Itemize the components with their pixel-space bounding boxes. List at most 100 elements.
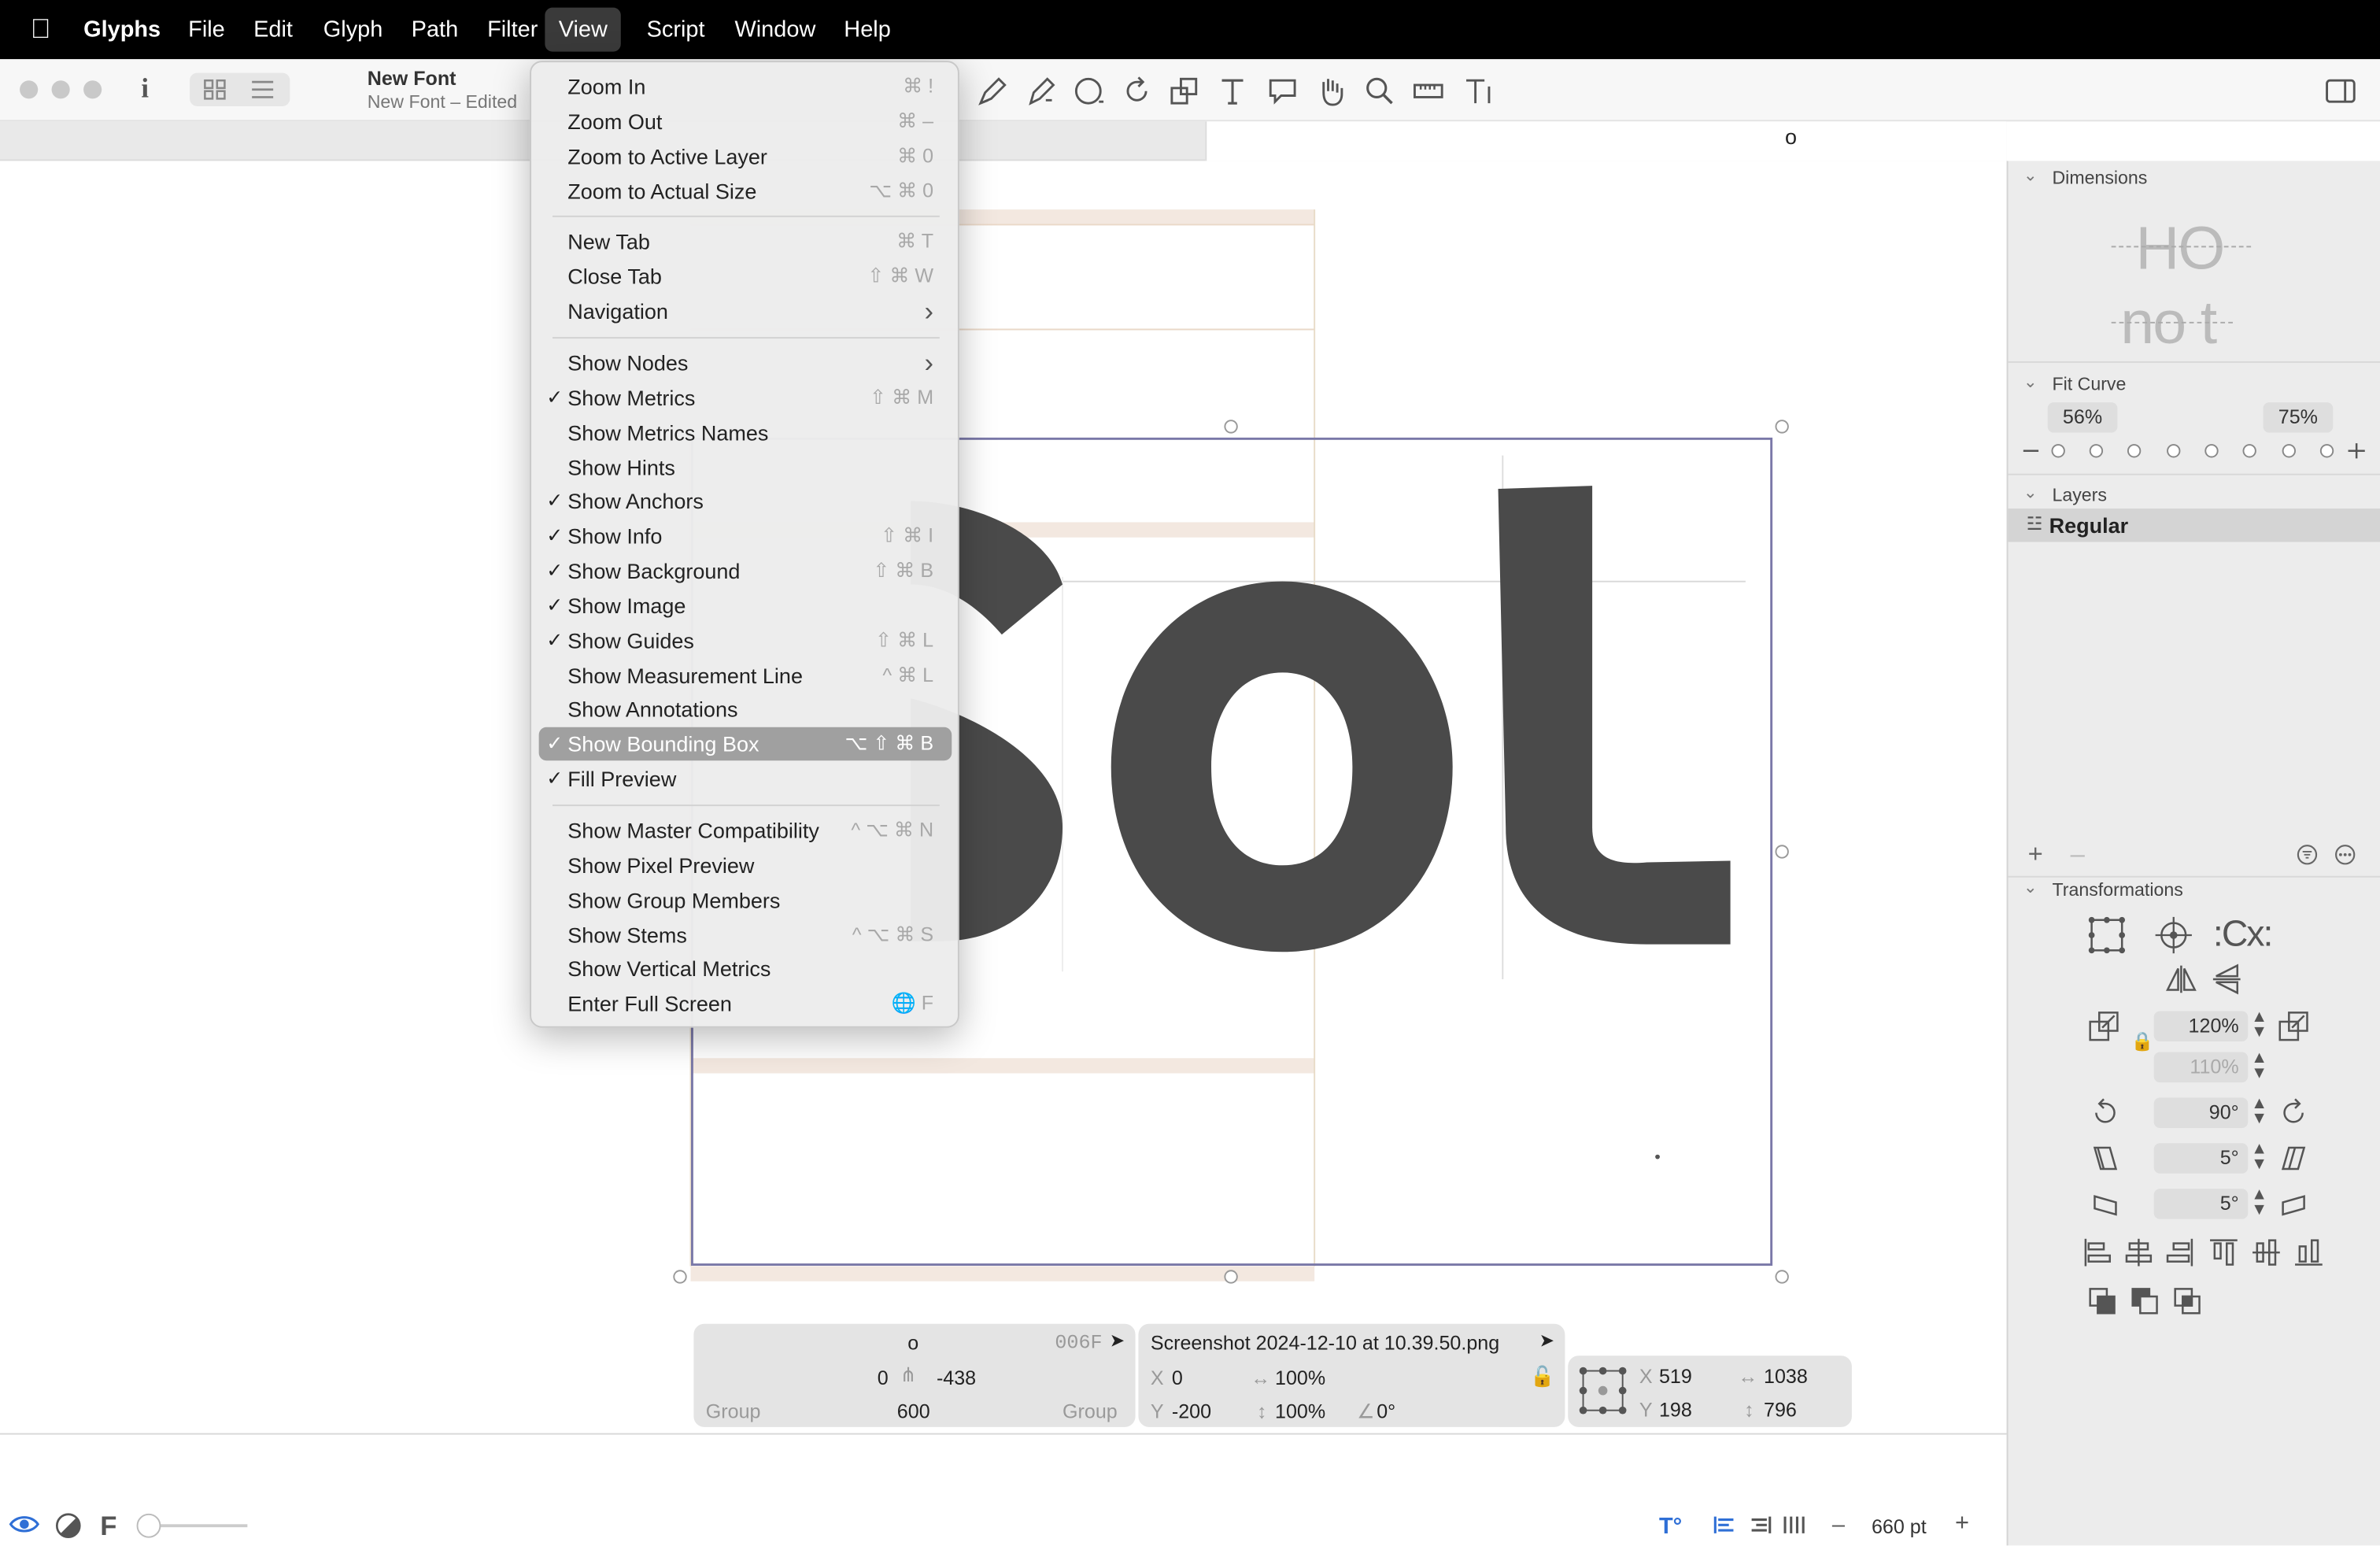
menu-item-navigation[interactable]: Navigation › — [539, 294, 952, 327]
left-group[interactable]: Group — [706, 1400, 761, 1422]
lock-icon[interactable]: 🔓 — [1530, 1365, 1554, 1389]
zoom-out-button[interactable]: – — [1832, 1512, 1845, 1538]
glyph-width[interactable]: 600 — [897, 1400, 930, 1422]
rotate-stepper[interactable]: ▲ ▼ — [2251, 1095, 2267, 1127]
image-angle[interactable]: 0° — [1377, 1400, 1395, 1422]
font-preview-letter[interactable]: F — [100, 1511, 116, 1543]
transform-origin-metrics-icon[interactable]: :Cx: — [2213, 914, 2273, 956]
primitives-tool-icon[interactable] — [1072, 73, 1108, 109]
menu-item-show-pixel-preview[interactable]: Show Pixel Preview — [539, 849, 952, 882]
list-view-icon[interactable] — [250, 79, 275, 100]
dimensions-title[interactable]: Dimensions — [2052, 167, 2147, 188]
menu-item-show-nodes[interactable]: Show Nodes › — [539, 346, 952, 379]
right-group[interactable]: Group — [1062, 1400, 1118, 1422]
scale-y-field[interactable]: 110% — [2153, 1052, 2249, 1083]
preview-mode-icon[interactable] — [54, 1512, 82, 1540]
fit-curve-title[interactable]: Fit Curve — [2052, 373, 2126, 394]
menu-window[interactable]: Window — [734, 0, 815, 59]
fit-curve-slider[interactable] — [2020, 440, 2372, 461]
menu-item-close-tab[interactable]: Close Tab ⇧ ⌘ W — [539, 260, 952, 293]
zoom-in-button[interactable]: + — [1955, 1511, 1969, 1538]
minimize-window-button[interactable] — [51, 80, 70, 99]
layer-row-regular[interactable]: ☳ Regular — [2008, 509, 2380, 542]
rotate-field[interactable]: 90° — [2153, 1097, 2249, 1128]
app-menu[interactable]: Glyphs — [83, 0, 161, 59]
scale-x-stepper[interactable]: ▲ ▼ — [2251, 1009, 2267, 1041]
slant-field-1[interactable]: 5° — [2153, 1143, 2249, 1174]
menu-item-show-group-members[interactable]: Show Group Members — [539, 883, 952, 916]
hand-tool-icon[interactable] — [1313, 73, 1349, 109]
flip-vertical-icon[interactable] — [2210, 963, 2243, 996]
menu-item-show-measurement-line[interactable]: Show Measurement Line ^ ⌘ L — [539, 658, 952, 691]
menu-edit[interactable]: Edit — [253, 0, 293, 59]
arrow-circle-icon[interactable]: ➤ — [1539, 1330, 1554, 1351]
slant-stepper-1[interactable]: ▲ ▼ — [2251, 1141, 2267, 1173]
close-window-button[interactable] — [20, 80, 39, 99]
image-y[interactable]: -200 — [1172, 1400, 1211, 1422]
transformations-title[interactable]: Transformations — [2052, 879, 2182, 901]
measurement-tool-icon[interactable] — [1410, 73, 1447, 109]
lock-icon[interactable]: 🔒 — [2131, 1031, 2154, 1052]
selection-width[interactable]: 1038 — [1764, 1365, 1808, 1388]
grid-view-icon[interactable] — [203, 79, 226, 100]
menu-view[interactable]: View — [545, 7, 622, 52]
menu-item-show-metrics-names[interactable]: Show Metrics Names — [539, 416, 952, 449]
menu-item-show-bounding-box[interactable]: ✓ Show Bounding Box ⌥ ⇧ ⌘ B — [538, 727, 952, 761]
scale-x-field[interactable]: 120% — [2153, 1011, 2249, 1042]
skew-down-icon[interactable] — [2090, 1189, 2121, 1219]
pen-tool-icon[interactable] — [974, 73, 1011, 109]
scale-up-icon[interactable] — [2277, 1010, 2310, 1043]
remove-layer-button[interactable]: – — [2071, 840, 2085, 871]
slant-stepper-2[interactable]: ▲ ▼ — [2251, 1186, 2267, 1219]
menu-item-show-anchors[interactable]: ✓ Show Anchors — [539, 485, 952, 518]
menu-item-show-stems[interactable]: Show Stems ^ ⌥ ⌘ S — [539, 918, 952, 951]
menu-item-zoom-to-actual-size[interactable]: Zoom to Actual Size ⌥ ⌘ 0 — [539, 174, 952, 207]
menu-file[interactable]: File — [188, 0, 225, 59]
slant-right-icon[interactable] — [2278, 1143, 2309, 1174]
menu-help[interactable]: Help — [844, 0, 891, 59]
glyph-name[interactable]: o — [907, 1331, 918, 1354]
selection-height[interactable]: 796 — [1764, 1398, 1797, 1421]
tab-active[interactable]: o — [1205, 121, 2007, 161]
fit-curve-max-field[interactable]: 75% — [2263, 402, 2334, 433]
menu-item-show-annotations[interactable]: Show Annotations — [539, 693, 952, 726]
selection-x[interactable]: 519 — [1659, 1365, 1692, 1388]
vertical-text-tool-icon[interactable] — [1460, 73, 1496, 109]
rotate-ccw-icon[interactable] — [2090, 1097, 2121, 1128]
menu-item-zoom-to-active-layer[interactable]: Zoom to Active Layer ⌘ 0 — [539, 139, 952, 172]
text-direction-icon[interactable]: T° — [1659, 1514, 1682, 1540]
menu-item-zoom-in[interactable]: Zoom In ⌘ ! — [539, 70, 952, 103]
menu-item-show-background[interactable]: ✓ Show Background ⇧ ⌘ B — [539, 554, 952, 587]
chevron-down-icon[interactable]: ⌄ — [2023, 483, 2038, 502]
layers-title[interactable]: Layers — [2052, 484, 2106, 505]
menu-item-show-master-compatibility[interactable]: Show Master Compatibility ^ ⌥ ⌘ N — [539, 814, 952, 847]
skew-up-icon[interactable] — [2278, 1189, 2309, 1219]
preview-slider-knob[interactable] — [136, 1513, 161, 1538]
chevron-down-icon[interactable]: ⌄ — [2023, 878, 2038, 897]
right-sidebearing[interactable]: -438 — [937, 1367, 976, 1389]
rotate-cw-icon[interactable] — [2278, 1097, 2309, 1128]
zoom-window-button[interactable] — [83, 80, 102, 99]
menu-item-show-info[interactable]: ✓ Show Info ⇧ ⌘ I — [539, 520, 952, 553]
apple-icon[interactable]:  — [31, 0, 51, 59]
arrow-circle-icon[interactable]: ➤ — [1110, 1330, 1125, 1351]
menu-item-new-tab[interactable]: New Tab ⌘ T — [539, 225, 952, 258]
filter-icon[interactable] — [2297, 844, 2318, 865]
zoom-tool-icon[interactable] — [1362, 73, 1398, 109]
text-tool-icon[interactable] — [1214, 73, 1251, 109]
pencil-tool-icon[interactable] — [1025, 73, 1061, 109]
menu-filter[interactable]: Filter — [487, 0, 538, 59]
scale-y-stepper[interactable]: ▲ ▼ — [2251, 1050, 2267, 1082]
menu-item-enter-full-screen[interactable]: Enter Full Screen 🌐 F — [539, 987, 952, 1020]
scale-tool-icon[interactable] — [1166, 73, 1202, 109]
selection-y[interactable]: 198 — [1659, 1398, 1692, 1421]
eye-icon[interactable] — [9, 1514, 40, 1535]
edit-canvas[interactable]: o 006F ➤ 0 ⋔ -438 Group 600 Group Screen… — [0, 161, 2007, 1433]
vertical-layout-icon[interactable] — [1783, 1515, 1805, 1535]
image-scale-y[interactable]: 100% — [1275, 1400, 1325, 1422]
menu-item-show-image[interactable]: ✓ Show Image — [539, 589, 952, 622]
image-x[interactable]: 0 — [1172, 1367, 1183, 1389]
more-options-icon[interactable] — [2334, 844, 2356, 865]
left-sidebearing[interactable]: 0 — [878, 1367, 889, 1389]
zoom-level[interactable]: 660 pt — [1872, 1515, 1927, 1538]
